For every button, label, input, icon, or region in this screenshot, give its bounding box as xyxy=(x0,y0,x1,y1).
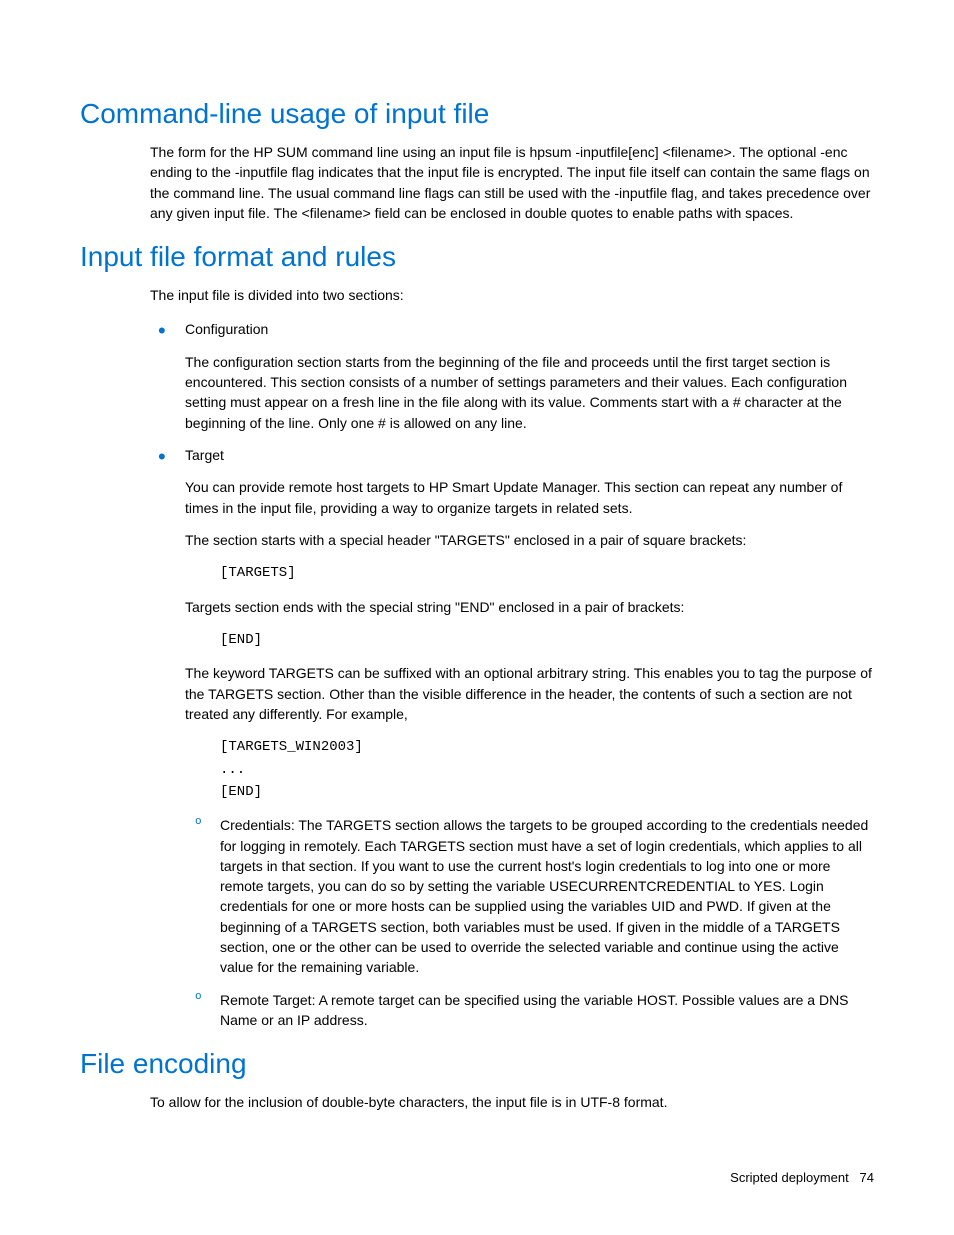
section-heading-input-file-format: Input file format and rules xyxy=(80,241,874,273)
config-target-list-2: Target xyxy=(150,445,874,465)
paragraph-command-line: The form for the HP SUM command line usi… xyxy=(150,142,874,223)
target-desc: You can provide remote host targets to H… xyxy=(185,477,874,518)
target-sublist: Credentials: The TARGETS section allows … xyxy=(185,815,874,1030)
target-p3: Targets section ends with the special st… xyxy=(185,597,874,617)
target-p2: The section starts with a special header… xyxy=(185,530,874,550)
code-targets: [TARGETS] xyxy=(220,562,874,584)
target-p4: The keyword TARGETS can be suffixed with… xyxy=(185,663,874,724)
footer-label: Scripted deployment xyxy=(730,1170,849,1185)
paragraph-file-encoding: To allow for the inclusion of double-byt… xyxy=(150,1092,874,1112)
paragraph-intro: The input file is divided into two secti… xyxy=(150,285,874,305)
code-targets-win: [TARGETS_WIN2003] ... [END] xyxy=(220,736,874,803)
item-label: Configuration xyxy=(185,321,268,337)
config-target-list: Configuration xyxy=(150,319,874,339)
list-item-target: Target xyxy=(150,445,874,465)
code-end: [END] xyxy=(220,629,874,651)
footer-page: 74 xyxy=(860,1170,874,1185)
page-footer: Scripted deployment 74 xyxy=(730,1170,874,1185)
sublist-item-credentials: Credentials: The TARGETS section allows … xyxy=(185,815,874,977)
item-label: Target xyxy=(185,447,224,463)
section-heading-command-line: Command-line usage of input file xyxy=(80,98,874,130)
section-heading-file-encoding: File encoding xyxy=(80,1048,874,1080)
list-item-configuration: Configuration xyxy=(150,319,874,339)
sublist-item-remote-target: Remote Target: A remote target can be sp… xyxy=(185,990,874,1031)
configuration-desc: The configuration section starts from th… xyxy=(185,352,874,433)
